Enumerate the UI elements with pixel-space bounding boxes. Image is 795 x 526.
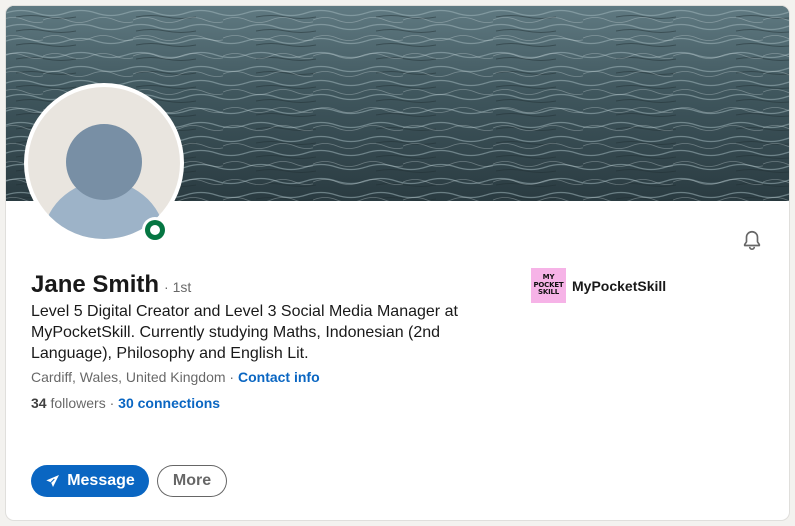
profile-location: Cardiff, Wales, United Kingdom <box>31 369 226 385</box>
followers-label: followers <box>46 395 106 411</box>
avatar-head-shape <box>66 124 142 200</box>
profile-card: Jane Smith · 1st Level 5 Digital Creator… <box>6 6 789 520</box>
send-icon <box>46 475 60 487</box>
network-line: 34 followers · 30 connections <box>31 394 220 412</box>
message-button[interactable]: Message <box>31 465 149 497</box>
location-line: Cardiff, Wales, United Kingdom · Contact… <box>31 368 320 386</box>
connections-link[interactable]: 30 connections <box>118 395 220 411</box>
notify-bell-button[interactable] <box>736 224 768 256</box>
connection-degree: · 1st <box>164 279 192 295</box>
company-name: MyPocketSkill <box>572 277 667 294</box>
online-status-indicator <box>142 217 168 243</box>
current-company-link[interactable]: MY POCKET SKILL MyPocketSkill <box>531 268 666 303</box>
message-button-label: Message <box>67 472 135 489</box>
profile-name: Jane Smith <box>31 271 160 298</box>
company-logo: MY POCKET SKILL <box>531 268 566 303</box>
location-separator: · <box>225 369 238 385</box>
more-button[interactable]: More <box>157 465 227 497</box>
company-logo-line: SKILL <box>538 288 559 297</box>
bell-icon <box>743 230 761 250</box>
profile-headline: Level 5 Digital Creator and Level 3 Soci… <box>31 303 458 362</box>
followers-count: 34 <box>31 395 47 411</box>
name-line: Jane Smith · 1st <box>31 271 191 299</box>
connections-separator: · <box>105 395 119 411</box>
contact-info-link[interactable]: Contact info <box>238 369 320 385</box>
more-button-label: More <box>172 472 212 489</box>
online-status-dot <box>150 225 160 235</box>
